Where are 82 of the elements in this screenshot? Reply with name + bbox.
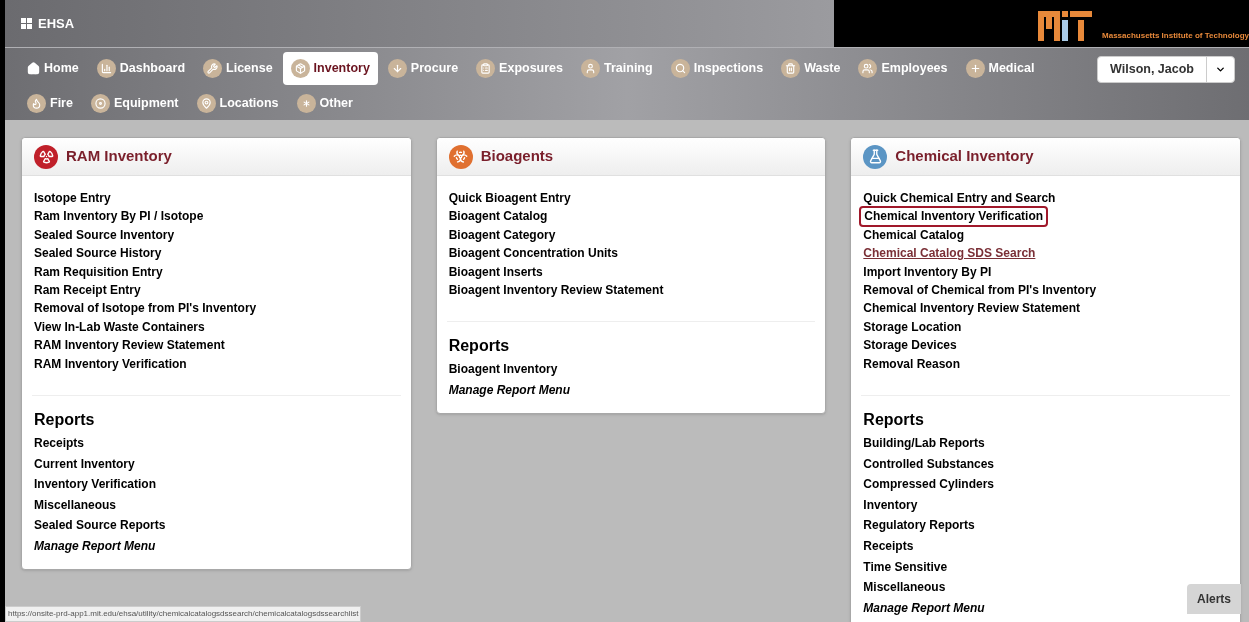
report-link[interactable]: Inventory Verification — [34, 474, 157, 495]
report-link[interactable]: Compressed Cylinders — [863, 474, 995, 495]
report-link[interactable]: Receipts — [34, 433, 85, 454]
menu-link[interactable]: Bioagent Catalog — [444, 207, 552, 226]
radiation-icon — [34, 144, 58, 169]
plus-icon — [965, 59, 985, 78]
menu-link[interactable]: Sealed Source Inventory — [30, 225, 179, 245]
menu-link[interactable]: Bioagent Inventory Review Statement — [444, 281, 668, 300]
user-dropdown[interactable]: Wilson, Jacob — [1097, 56, 1235, 83]
house-icon — [27, 62, 40, 75]
report-link[interactable]: Sealed Source Reports — [34, 515, 166, 537]
person-icon — [581, 59, 601, 78]
app-name: EHSA — [38, 14, 75, 33]
report-link[interactable]: Bioagent Inventory — [448, 359, 558, 381]
report-link[interactable]: Time Sensitive — [863, 556, 948, 578]
menu-link[interactable]: Chemical Inventory Review Statement — [859, 299, 1085, 318]
status-bar-url: https://onsite-prd-app1.mit.edu/ehsa/utility/chemicalcatalogsdssearch/chemicalcatalogsdssearchlist — [5, 606, 362, 622]
menu-link[interactable]: Isotope Entry — [30, 189, 115, 208]
menu-link[interactable]: Storage Location — [859, 317, 966, 337]
report-link[interactable]: Miscellaneous — [34, 494, 117, 516]
nav-tab[interactable]: Dashboard — [88, 52, 194, 85]
menu-link[interactable]: Storage Devices — [859, 336, 961, 355]
biohazard-icon — [448, 144, 473, 169]
box-icon — [290, 59, 310, 78]
menu-link[interactable]: Quick Chemical Entry and Search — [859, 189, 1060, 208]
section-heading: Reports — [34, 410, 96, 431]
nav-tab[interactable]: Equipment — [82, 87, 187, 120]
menu-link[interactable]: Ram Inventory By PI / Isotope — [30, 207, 208, 226]
flame-icon — [27, 94, 46, 113]
nav-tab[interactable]: Inventory — [282, 52, 378, 85]
grid-icon — [21, 18, 32, 29]
people-icon — [858, 59, 878, 78]
menu-link[interactable]: Removal of Chemical from PI's Inventory — [859, 281, 1101, 300]
menu-link[interactable]: View In-Lab Waste Containers — [30, 317, 209, 337]
manage-menu-link[interactable]: Manage Report Menu — [863, 597, 985, 619]
report-link[interactable]: Miscellaneous — [863, 577, 946, 598]
logo-drawing — [1038, 11, 1094, 41]
nav-tab[interactable]: Medical — [957, 52, 1043, 85]
menu-link[interactable]: Quick Bioagent Entry — [444, 189, 575, 208]
caret-icon — [1215, 64, 1226, 75]
menu-link[interactable]: RAM Inventory Review Statement — [30, 336, 229, 355]
menu-link[interactable]: Import Inventory By PI — [859, 262, 996, 282]
panel-title: RAM Inventory — [66, 146, 172, 167]
manage-menu-link[interactable]: Manage Report Menu — [448, 380, 570, 401]
nav-tab[interactable]: Fire — [19, 87, 81, 120]
menu-link[interactable]: Chemical Catalog — [859, 225, 969, 245]
panel-title: Chemical Inventory — [895, 146, 1034, 167]
panel-title: Bioagents — [480, 146, 554, 167]
manage-menu-link[interactable]: Manage Report Menu — [34, 536, 156, 557]
clipboard-icon — [476, 59, 496, 78]
report-link[interactable]: Receipts — [863, 536, 914, 557]
menu-link[interactable]: Sealed Source History — [30, 244, 166, 263]
section-heading: Reports — [448, 336, 511, 357]
menu-link[interactable]: Chemical Catalog SDS Search — [859, 244, 1040, 263]
menu-link[interactable]: RAM Inventory Verification — [30, 354, 191, 374]
menu-link[interactable]: Bioagent Inserts — [444, 262, 547, 282]
magnifier-icon — [670, 59, 690, 78]
nav-tab[interactable]: License — [195, 52, 281, 85]
menu-link[interactable]: Ram Receipt Entry — [30, 281, 145, 300]
menu-link[interactable]: Removal of Isotope from PI's Inventory — [30, 299, 261, 318]
nav-tab[interactable]: Home — [19, 52, 87, 85]
wrench-icon — [203, 59, 223, 78]
report-link[interactable]: Current Inventory — [34, 453, 135, 475]
report-link[interactable]: Regulatory Reports — [863, 515, 975, 537]
report-link[interactable]: Building/Lab Reports — [863, 433, 985, 454]
institution-name: Massachusetts Institute of Technology — [1102, 30, 1249, 42]
menu-link[interactable]: Ram Requisition Entry — [30, 262, 167, 282]
user-name: Wilson, Jacob — [1109, 61, 1195, 79]
trash-can-icon — [781, 59, 801, 78]
menu-link[interactable]: Removal Reason — [859, 354, 965, 374]
menu-link[interactable]: Bioagent Concentration Units — [444, 244, 622, 263]
bar-chart-icon — [96, 59, 116, 78]
menu-link[interactable]: Bioagent Category — [444, 225, 560, 245]
map-pin-icon — [196, 94, 216, 113]
report-link[interactable]: Inventory — [863, 494, 918, 516]
asterisk-icon — [296, 94, 316, 113]
nav-tab[interactable]: Locations — [188, 87, 287, 120]
flask-icon — [863, 144, 888, 169]
section-heading: Reports — [863, 410, 925, 431]
alerts-button[interactable]: Alerts — [1187, 584, 1241, 614]
report-link[interactable]: Controlled Substances — [863, 453, 994, 475]
menu-link[interactable]: Chemical Inventory Verification — [859, 206, 1049, 227]
